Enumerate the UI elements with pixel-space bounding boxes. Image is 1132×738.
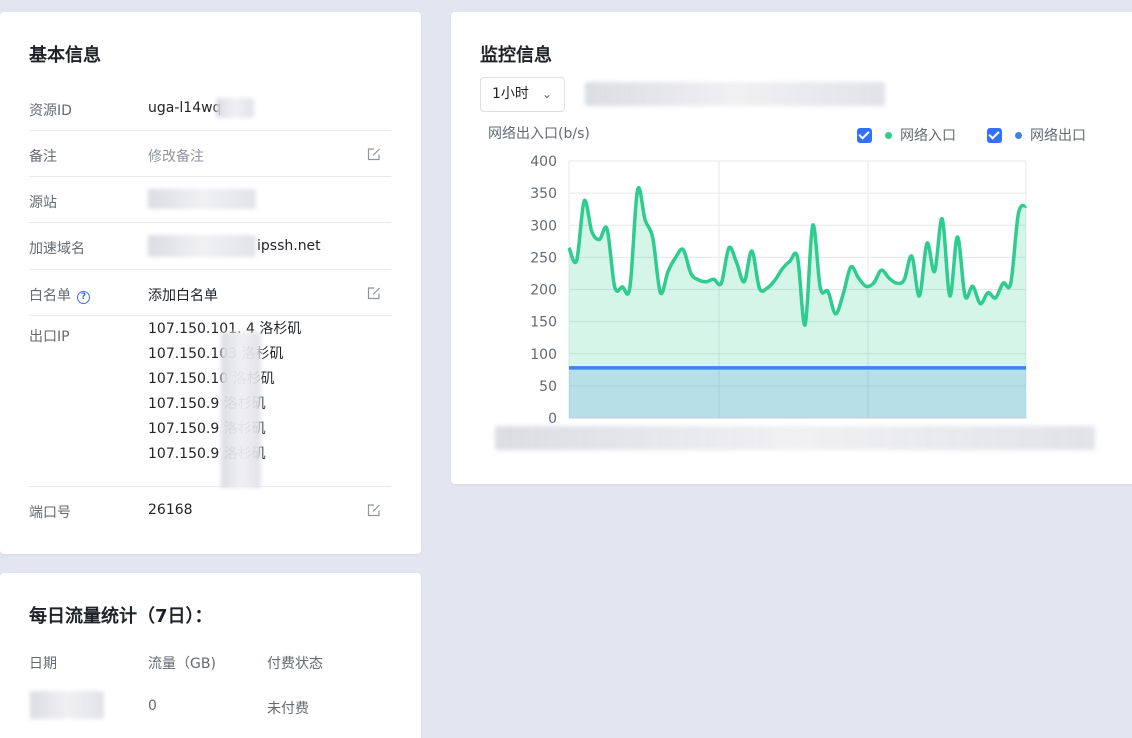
resource-id-row: 资源ID uga-l14wq	[29, 85, 391, 131]
y-tick-label: 50	[539, 379, 557, 395]
resource-id-value: uga-l14wq	[148, 100, 222, 116]
origin-row: 源站	[29, 177, 391, 223]
daily-traffic-title: 每日流量统计（7日）：	[29, 606, 213, 627]
y-tick-label: 0	[548, 411, 557, 427]
col-header-status: 付费状态	[267, 656, 323, 672]
egress-ip-label: 出口IP	[29, 329, 70, 345]
help-icon[interactable]: ?	[77, 291, 90, 304]
col-header-traffic: 流量（GB)	[148, 656, 216, 672]
edit-port-icon[interactable]	[367, 503, 381, 517]
whitelist-value[interactable]: 添加白名单	[148, 285, 218, 305]
basic-info-card: 基本信息 资源ID uga-l14wq 备注 修改备注 源站 加速域名 ipss…	[0, 12, 421, 554]
basic-info-title: 基本信息	[29, 45, 101, 66]
cell-status: 未付费	[267, 701, 309, 717]
y-tick-label: 400	[530, 154, 557, 170]
redaction-blur	[148, 235, 256, 257]
y-tick-label: 200	[530, 283, 557, 299]
traffic-chart: 0 50 100 150 200 250 300 350 400	[530, 154, 1028, 427]
monitor-card: 监控信息 1小时 ⌄ 网络出入口(b/s) 网络入口 网络出口 0 50 100 15…	[451, 12, 1132, 484]
port-label: 端口号	[29, 505, 71, 521]
y-tick-label: 300	[530, 218, 557, 234]
whitelist-label: 白名单?	[29, 285, 90, 305]
domain-label: 加速域名	[29, 241, 85, 257]
y-tick-label: 350	[530, 186, 557, 202]
note-row: 备注 修改备注	[29, 131, 391, 177]
origin-label: 源站	[29, 195, 57, 211]
y-tick-label: 250	[530, 250, 557, 266]
whitelist-row: 白名单? 添加白名单	[29, 270, 391, 316]
port-value: 26168	[148, 502, 193, 518]
domain-value: ipssh.net	[257, 238, 321, 254]
port-row: 端口号 26168	[29, 487, 391, 533]
daily-traffic-card: 每日流量统计（7日）： 日期 流量（GB) 付费状态 0 未付费	[0, 573, 421, 738]
note-value[interactable]: 修改备注	[148, 146, 204, 166]
redaction-blur	[30, 691, 104, 719]
redaction-blur	[221, 332, 261, 488]
egress-ip-row: 出口IP 107.150.101. 4 洛杉矶 107.150.103 洛杉矶 …	[29, 316, 391, 488]
edit-note-icon[interactable]	[367, 147, 381, 161]
domain-row: 加速域名 ipssh.net	[29, 223, 391, 270]
col-header-date: 日期	[29, 656, 57, 672]
edit-whitelist-icon[interactable]	[367, 286, 381, 300]
y-tick-label: 100	[530, 347, 557, 363]
note-label: 备注	[29, 149, 57, 165]
series-area-outbound	[569, 367, 1026, 418]
whitelist-label-text: 白名单	[29, 288, 71, 304]
resource-id-label: 资源ID	[29, 103, 72, 119]
redaction-blur	[216, 98, 254, 118]
y-tick-label: 150	[530, 315, 557, 331]
redaction-blur	[148, 189, 256, 209]
redaction-blur	[495, 426, 1095, 450]
cell-traffic: 0	[148, 698, 157, 714]
